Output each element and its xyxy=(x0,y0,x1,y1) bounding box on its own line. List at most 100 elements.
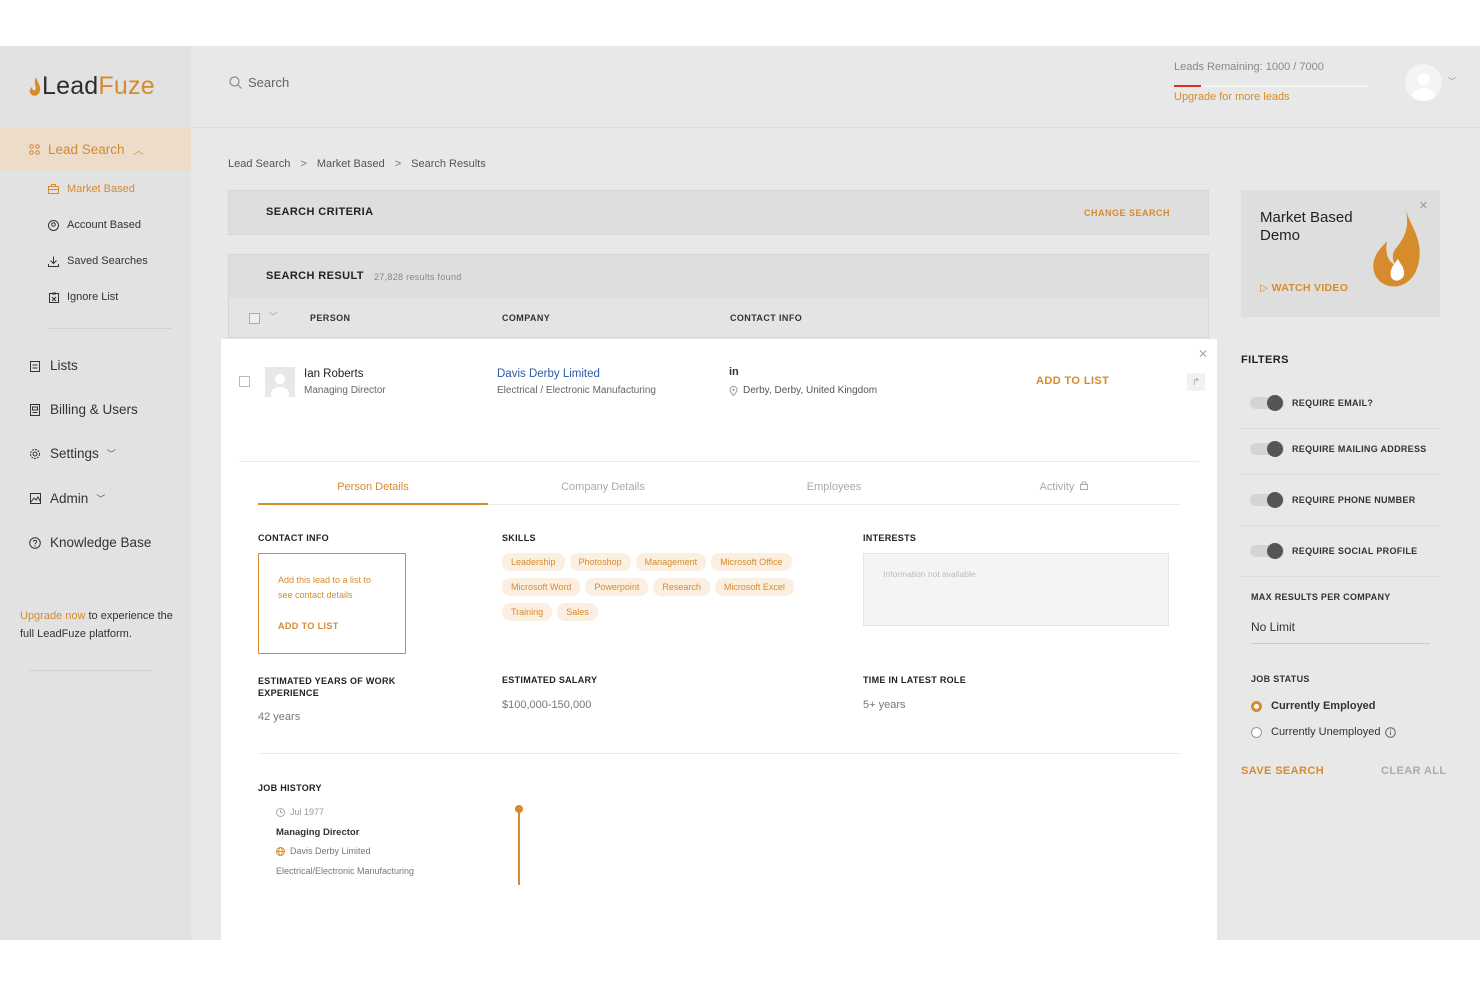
skill-tag: Microsoft Office xyxy=(711,553,792,571)
sidebar-item-label: Lists xyxy=(50,358,78,373)
skill-tag: Sales xyxy=(557,603,598,621)
sidebar-item-lead-search[interactable]: Lead Search ︿ xyxy=(0,128,191,170)
demo-title: Market Based Demo xyxy=(1260,209,1353,244)
sidebar-subitem-account-based[interactable]: Account Based xyxy=(48,219,141,231)
save-search-button[interactable]: SAVE SEARCH xyxy=(1241,765,1324,777)
upgrade-more-leads-link[interactable]: Upgrade for more leads xyxy=(1174,91,1290,103)
location-text: Derby, Derby, United Kingdom xyxy=(743,385,878,396)
sidebar-item-lists[interactable]: Lists xyxy=(29,358,78,373)
results-count: 27,828 results found xyxy=(374,272,462,282)
sidebar-item-knowledge-base[interactable]: Knowledge Base xyxy=(29,535,151,550)
require-mailing-toggle[interactable] xyxy=(1250,441,1284,457)
skill-tag: Microsoft Excel xyxy=(714,578,794,596)
breadcrumb-search-results: Search Results xyxy=(411,158,486,170)
radio-unemployed[interactable] xyxy=(1251,726,1262,738)
search-criteria-bar: SEARCH CRITERIA CHANGE SEARCH xyxy=(228,190,1209,235)
chevron-down-icon: ﹀ xyxy=(106,449,116,459)
toggle-label: REQUIRE EMAIL? xyxy=(1292,398,1374,408)
sidebar-subitem-ignore-list[interactable]: Ignore List xyxy=(48,291,118,303)
lead-row-checkbox[interactable] xyxy=(239,376,250,387)
sidebar-subitem-label: Ignore List xyxy=(67,291,119,303)
toggle-label: REQUIRE MAILING ADDRESS xyxy=(1292,444,1427,454)
sidebar-item-billing-users[interactable]: Billing & Users xyxy=(29,402,138,417)
share-icon[interactable]: ↱ xyxy=(1187,373,1205,391)
max-results-input[interactable]: No Limit xyxy=(1251,620,1430,644)
toggle-knob xyxy=(1267,441,1283,457)
change-search-button[interactable]: CHANGE SEARCH xyxy=(1084,208,1170,218)
watch-video-button[interactable]: ▷ WATCH VIDEO xyxy=(1260,282,1348,294)
global-search[interactable]: Search xyxy=(229,75,289,90)
app-window: Lead Fuze Lead Search ︿ Market Based Acco… xyxy=(0,46,1480,940)
skills-list: Leadership Photoshop Management Microsof… xyxy=(502,553,822,621)
job-status-unemployed[interactable]: Currently Unemployed xyxy=(1251,726,1397,738)
sidebar-item-label: Billing & Users xyxy=(50,402,138,417)
tab-employees[interactable]: Employees xyxy=(719,481,949,493)
active-tab-underline xyxy=(258,503,488,505)
search-result-bar: SEARCH RESULT 27,828 results found xyxy=(228,254,1209,298)
search-result-title: SEARCH RESULT xyxy=(266,270,364,282)
user-silhouette-icon xyxy=(1412,73,1435,101)
chevron-down-icon[interactable]: ﹀ xyxy=(269,311,277,322)
breadcrumb-market-based[interactable]: Market Based xyxy=(317,158,385,170)
section-divider xyxy=(258,753,1180,754)
contact-info-label: CONTACT INFO xyxy=(258,533,329,543)
require-email-toggle[interactable] xyxy=(1250,395,1284,411)
sidebar-subitem-market-based[interactable]: Market Based xyxy=(48,183,135,195)
breadcrumb-lead-search[interactable]: Lead Search xyxy=(228,158,290,170)
time-in-role-label: TIME IN LATEST ROLE xyxy=(863,675,967,685)
require-phone-toggle[interactable] xyxy=(1250,492,1284,508)
company-name-link[interactable]: Davis Derby Limited xyxy=(497,368,600,380)
select-all-checkbox[interactable] xyxy=(249,313,260,324)
sidebar-item-admin[interactable]: Admin ﹀ xyxy=(29,491,105,506)
grid-icon xyxy=(29,143,40,155)
leadfuze-logo[interactable]: Lead Fuze xyxy=(29,72,155,101)
radio-label: Currently Employed xyxy=(1271,700,1376,712)
info-icon[interactable] xyxy=(1385,726,1397,738)
lock-icon xyxy=(1080,481,1089,490)
chevron-down-icon[interactable]: ﹀ xyxy=(1448,76,1456,87)
linkedin-icon[interactable]: in xyxy=(729,366,739,378)
tab-company-details[interactable]: Company Details xyxy=(488,481,718,493)
person-avatar xyxy=(265,367,295,397)
job-history-industry: Electrical/Electronic Manufacturing xyxy=(276,866,415,876)
max-results-label: MAX RESULTS PER COMPANY xyxy=(1251,592,1391,602)
sidebar-item-label: Settings xyxy=(50,446,99,461)
demo-card: Market Based Demo ✕ ▷ WATCH VIDEO xyxy=(1241,190,1440,317)
column-contact-info: CONTACT INFO xyxy=(730,313,803,323)
add-to-list-button[interactable]: ADD TO LIST xyxy=(1036,375,1109,387)
logo-text-lead: Lead xyxy=(42,72,99,100)
tab-activity[interactable]: Activity xyxy=(949,481,1179,493)
sidebar-item-settings[interactable]: Settings ﹀ xyxy=(29,446,116,461)
tab-person-details[interactable]: Person Details xyxy=(258,481,488,493)
filter-require-social: REQUIRE SOCIAL PROFILE xyxy=(1241,532,1440,577)
clipboard-x-icon xyxy=(48,292,59,303)
clear-all-button[interactable]: CLEAR ALL xyxy=(1381,765,1447,777)
lead-detail-card: ✕ Ian Roberts Managing Director Davis De… xyxy=(221,339,1217,940)
search-icon xyxy=(229,76,242,89)
toggle-label: REQUIRE PHONE NUMBER xyxy=(1292,495,1416,505)
job-status-employed[interactable]: Currently Employed xyxy=(1251,700,1376,712)
radio-label: Currently Unemployed xyxy=(1271,726,1381,738)
person-name[interactable]: Ian Roberts xyxy=(304,368,363,380)
close-icon[interactable]: ✕ xyxy=(1198,347,1208,361)
breadcrumb: Lead Search > Market Based > Search Resu… xyxy=(228,158,486,170)
avatar[interactable] xyxy=(1405,64,1442,101)
sidebar: Lead Fuze Lead Search ︿ Market Based Acco… xyxy=(0,46,191,940)
upgrade-now-link[interactable]: Upgrade now xyxy=(20,610,85,622)
search-input[interactable]: Search xyxy=(248,75,289,90)
receipt-icon xyxy=(29,403,41,416)
filters-title: FILTERS xyxy=(1241,354,1289,366)
globe-icon xyxy=(276,846,285,856)
job-company-text: Davis Derby Limited xyxy=(290,846,371,856)
contact-add-to-list-button[interactable]: ADD TO LIST xyxy=(278,621,339,631)
radio-employed[interactable] xyxy=(1251,700,1262,712)
skill-tag: Photoshop xyxy=(569,553,631,571)
breadcrumb-separator: > xyxy=(300,158,307,170)
flame-illustration-icon xyxy=(1373,207,1420,287)
job-history-date: Jul 1977 xyxy=(276,807,324,817)
salary-value: $100,000-150,000 xyxy=(502,699,592,711)
sidebar-subitem-saved-searches[interactable]: Saved Searches xyxy=(48,255,148,267)
require-social-toggle[interactable] xyxy=(1250,543,1284,559)
card-divider xyxy=(239,461,1199,462)
leads-progress-fill xyxy=(1174,85,1202,87)
